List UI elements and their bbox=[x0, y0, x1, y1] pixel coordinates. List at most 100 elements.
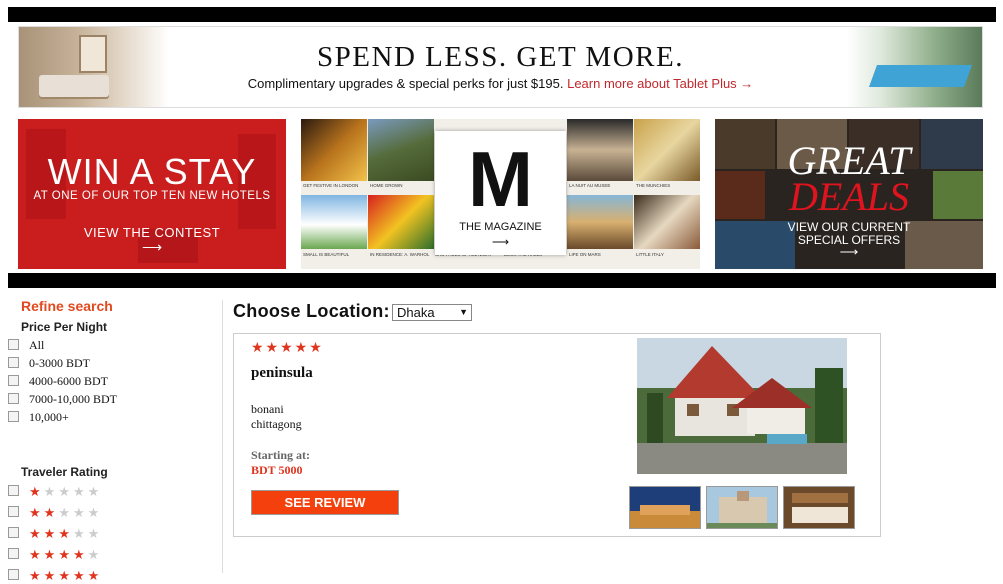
arrow-right-icon: ⟶ bbox=[839, 244, 859, 259]
tablet-plus-link[interactable]: Learn more about Tablet Plus → bbox=[567, 76, 753, 91]
price-option-label: 4000-6000 BDT bbox=[29, 374, 108, 388]
rating-stars: ★ ★ ★ ★ ★ bbox=[29, 568, 102, 584]
win-a-stay-line: AT ONE OF OUR TOP TEN NEW HOTELS bbox=[33, 190, 271, 202]
magazine-tile bbox=[634, 119, 700, 181]
deals-line-1: VIEW OUR CURRENT bbox=[787, 220, 911, 234]
starting-at-label: Starting at: bbox=[251, 448, 310, 462]
rating-filter-title: Traveler Rating bbox=[21, 465, 108, 479]
magazine-tile-caption: LIFE ON MARS bbox=[569, 252, 601, 257]
magazine-label: THE MAGAZINE bbox=[459, 221, 542, 233]
magazine-tile-caption: LITTLE ITALY bbox=[636, 252, 664, 257]
star-icon: ★ bbox=[72, 526, 85, 541]
chevron-down-icon: ▼ bbox=[459, 307, 468, 317]
banner-title: SPEND LESS. GET MORE. bbox=[317, 41, 684, 73]
magazine-logo-card[interactable]: M THE MAGAZINE ⟶ bbox=[435, 131, 566, 255]
location-select[interactable]: Dhaka ▼ bbox=[392, 304, 472, 321]
star-icon: ★ bbox=[58, 568, 70, 583]
star-icon: ★ bbox=[72, 505, 85, 520]
magazine-tile-caption: IN RESIDENCE: A. WARHOL bbox=[370, 252, 430, 257]
magazine-tile bbox=[634, 195, 700, 249]
star-icon: ★ bbox=[58, 526, 70, 541]
hotel-thumbnail[interactable] bbox=[629, 486, 701, 529]
hotel-address-line1: bonani bbox=[251, 402, 284, 416]
star-icon: ★ bbox=[29, 505, 41, 520]
star-icon: ★ bbox=[29, 484, 41, 499]
hotel-name[interactable]: peninsula bbox=[251, 365, 313, 382]
price-checkbox[interactable] bbox=[8, 393, 19, 404]
mid-black-bar bbox=[8, 273, 996, 288]
thumbnail-art bbox=[784, 487, 854, 528]
hotel-address-line2: chittagong bbox=[251, 417, 302, 431]
magazine-tile bbox=[368, 119, 434, 181]
tablet-plus-banner[interactable]: SPEND LESS. GET MORE. Complimentary upgr… bbox=[18, 26, 983, 108]
see-review-button[interactable]: SEE REVIEW bbox=[251, 490, 399, 515]
rating-checkbox[interactable] bbox=[8, 506, 19, 517]
thumbnail-art bbox=[630, 487, 700, 528]
deals-text: DEALS bbox=[789, 174, 909, 219]
win-a-stay-headline: WIN A STAY bbox=[47, 151, 257, 192]
star-icon: ★ bbox=[58, 484, 70, 499]
star-icon: ★ bbox=[29, 547, 41, 562]
star-icon: ★ bbox=[43, 568, 56, 583]
star-icon: ★ bbox=[87, 505, 100, 520]
star-icon: ★ bbox=[43, 526, 56, 541]
magazine-tile bbox=[368, 195, 434, 249]
star-icon: ★ bbox=[87, 568, 100, 583]
great-deals-promo[interactable]: GREAT DEALS VIEW OUR CURRENT SPECIAL OFF… bbox=[715, 119, 983, 269]
choose-location-label: Choose Location: bbox=[233, 301, 390, 321]
top-black-bar bbox=[8, 7, 996, 22]
price-option-label: 10,000+ bbox=[29, 410, 69, 424]
star-icon: ★ bbox=[43, 484, 56, 499]
star-icon: ★ bbox=[87, 484, 100, 499]
price-option-label: 7000-10,000 BDT bbox=[29, 392, 117, 406]
price-checkbox[interactable] bbox=[8, 411, 19, 422]
magazine-tile bbox=[567, 119, 633, 181]
refine-search-title: Refine search bbox=[21, 298, 113, 314]
location-selected-value: Dhaka bbox=[397, 305, 435, 320]
thumbnail-art bbox=[707, 487, 777, 528]
star-icon: ★ bbox=[43, 505, 56, 520]
hotel-thumbnail[interactable] bbox=[706, 486, 778, 529]
star-icon: ★ bbox=[72, 547, 85, 562]
star-icon: ★ bbox=[43, 547, 56, 562]
hotel-main-photo[interactable] bbox=[637, 338, 847, 474]
magazine-promo[interactable]: GET FESTIVE IN LONDON HOME GROWN LA NUIT… bbox=[301, 119, 700, 269]
star-icon: ★ bbox=[72, 484, 85, 499]
win-a-stay-promo[interactable]: WIN A STAY AT ONE OF OUR TOP TEN NEW HOT… bbox=[18, 119, 286, 269]
star-icon: ★ bbox=[72, 568, 85, 583]
arrow-right-icon: ⟶ bbox=[491, 235, 510, 249]
rating-stars: ★ ★ ★ ★ ★ bbox=[29, 484, 102, 500]
magazine-tile-caption: HOME GROWN bbox=[370, 183, 403, 188]
rating-checkbox[interactable] bbox=[8, 527, 19, 538]
view-contest-link[interactable]: VIEW THE CONTEST bbox=[18, 225, 286, 240]
price-checkbox[interactable] bbox=[8, 375, 19, 386]
rating-checkbox[interactable] bbox=[8, 485, 19, 496]
rating-stars: ★ ★ ★ ★ ★ bbox=[29, 505, 102, 521]
magazine-tile-caption: LA NUIT AU MUSEE bbox=[569, 183, 611, 188]
star-icon: ★ bbox=[29, 526, 41, 541]
star-icon: ★ bbox=[58, 547, 70, 562]
hotel-thumbnail[interactable] bbox=[783, 486, 855, 529]
rating-checkbox[interactable] bbox=[8, 569, 19, 580]
star-icon: ★ bbox=[58, 505, 70, 520]
magazine-tile-caption: SMALL IS BEAUTIFUL bbox=[303, 252, 350, 257]
banner-subtitle-text: Complimentary upgrades & special perks f… bbox=[247, 76, 564, 91]
magazine-tile bbox=[301, 195, 367, 249]
hotel-price: BDT 5000 bbox=[251, 463, 303, 477]
rating-checkbox[interactable] bbox=[8, 548, 19, 559]
price-checkbox[interactable] bbox=[8, 339, 19, 350]
magazine-tile bbox=[567, 195, 633, 249]
magazine-tile bbox=[301, 119, 367, 181]
star-icon: ★ bbox=[87, 526, 100, 541]
hotel-photo-art bbox=[637, 338, 847, 474]
price-option-label: 0-3000 BDT bbox=[29, 356, 90, 370]
price-checkbox[interactable] bbox=[8, 357, 19, 368]
magazine-tile-caption: THE MUNCHIES bbox=[636, 183, 671, 188]
magazine-logo: M bbox=[468, 135, 533, 223]
banner-subtitle: Complimentary upgrades & special perks f… bbox=[19, 76, 982, 91]
rating-stars: ★ ★ ★ ★ ★ bbox=[29, 547, 102, 563]
rating-stars: ★ ★ ★ ★ ★ bbox=[29, 526, 102, 542]
hotel-star-rating: ★★★★★ bbox=[251, 339, 324, 355]
star-icon: ★ bbox=[87, 547, 100, 562]
price-filter-title: Price Per Night bbox=[21, 320, 108, 334]
